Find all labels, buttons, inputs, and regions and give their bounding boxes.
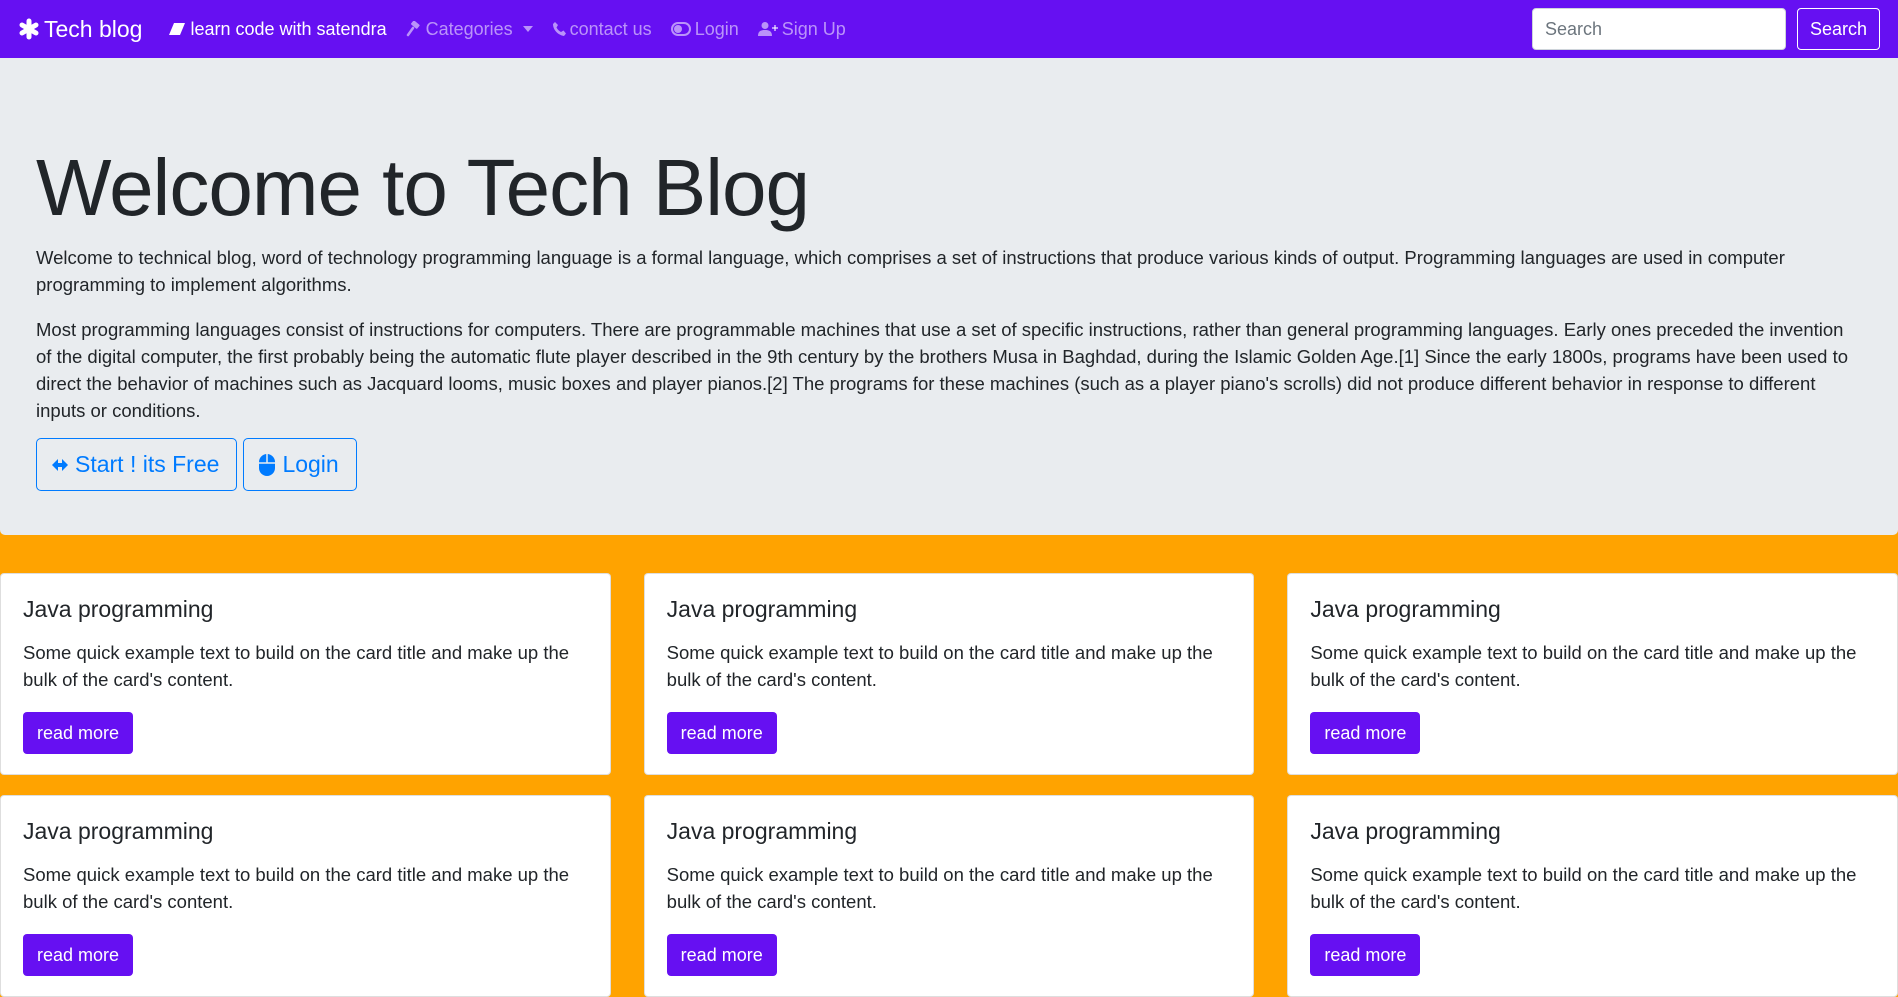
toggle-icon [670, 22, 691, 36]
nav-item-sign-up[interactable]: Sign Up [757, 18, 846, 40]
read-more-button[interactable]: read more [1310, 934, 1421, 976]
nav-item-contact-us[interactable]: contact us [552, 19, 652, 40]
card-row: Java programming Some quick example text… [0, 573, 1898, 775]
card-text: Some quick example text to build on the … [666, 864, 1213, 912]
read-more-button[interactable]: read more [666, 934, 777, 976]
card-row: Java programming Some quick example text… [0, 795, 1898, 997]
read-more-button[interactable]: read more [1310, 712, 1421, 754]
card-title: Java programming [23, 596, 214, 622]
card-text: Some quick example text to build on the … [23, 864, 570, 912]
card: Java programming Some quick example text… [643, 573, 1255, 775]
nav-item-label: Login [694, 18, 739, 39]
read-more-button[interactable]: read more [666, 712, 777, 754]
read-more-button[interactable]: read more [23, 712, 134, 754]
search-button[interactable]: Search [1796, 8, 1880, 50]
card: Java programming Some quick example text… [643, 795, 1255, 997]
brand-label: Tech blog [44, 15, 143, 42]
search-input[interactable] [1531, 8, 1786, 50]
nav-item-categories[interactable]: Categories [406, 19, 533, 40]
card-title: Java programming [666, 596, 858, 622]
mouse-icon [258, 453, 276, 477]
read-more-button[interactable]: read more [23, 934, 134, 976]
nav-item-label: learn code with satendra [190, 18, 387, 39]
hero-title: Welcome to Tech Blog [36, 143, 810, 232]
card-title: Java programming [1310, 596, 1501, 622]
navbar: Tech blog learn code with satendra Categ… [0, 0, 1898, 58]
hero-login-label: Login [282, 451, 339, 477]
hands-helping-icon [51, 457, 69, 473]
card-title: Java programming [1310, 818, 1501, 844]
card-grid: Java programming Some quick example text… [0, 535, 1898, 997]
card-title: Java programming [23, 818, 214, 844]
hero-buttons: Start ! its Free Login [36, 438, 1862, 491]
phone-icon [552, 21, 566, 37]
hero-login-button[interactable]: Login [243, 438, 357, 491]
card-text: Some quick example text to build on the … [23, 642, 570, 690]
card: Java programming Some quick example text… [1287, 573, 1898, 775]
card-text: Some quick example text to build on the … [1310, 642, 1857, 690]
card: Java programming Some quick example text… [0, 573, 611, 775]
nav-item-label: Sign Up [781, 18, 846, 39]
brand-link[interactable]: Tech blog [18, 16, 142, 43]
nav-item-label: Categories [425, 18, 513, 39]
nav-item-learn-code[interactable]: learn code with satendra [168, 18, 387, 40]
card-text: Some quick example text to build on the … [1310, 864, 1857, 912]
card: Java programming Some quick example text… [1287, 795, 1898, 997]
start-free-button[interactable]: Start ! its Free [36, 438, 238, 491]
eraser-icon [168, 21, 186, 37]
card-title: Java programming [666, 818, 858, 844]
nav-item-login[interactable]: Login [670, 18, 739, 40]
hero-jumbotron: Welcome to Tech Blog Welcome to technica… [0, 58, 1898, 535]
asterisk-icon [18, 18, 40, 40]
nav-item-label: contact us [569, 18, 652, 39]
gavel-icon [406, 21, 422, 37]
card: Java programming Some quick example text… [0, 795, 611, 997]
hero-paragraph-history: Most programming languages consist of in… [36, 319, 1849, 421]
user-plus-icon [757, 21, 778, 37]
card-text: Some quick example text to build on the … [666, 642, 1213, 690]
start-free-label: Start ! its Free [75, 451, 220, 477]
chevron-down-icon [522, 26, 533, 32]
hero-paragraph-intro: Welcome to technical blog, word of techn… [36, 247, 1785, 295]
